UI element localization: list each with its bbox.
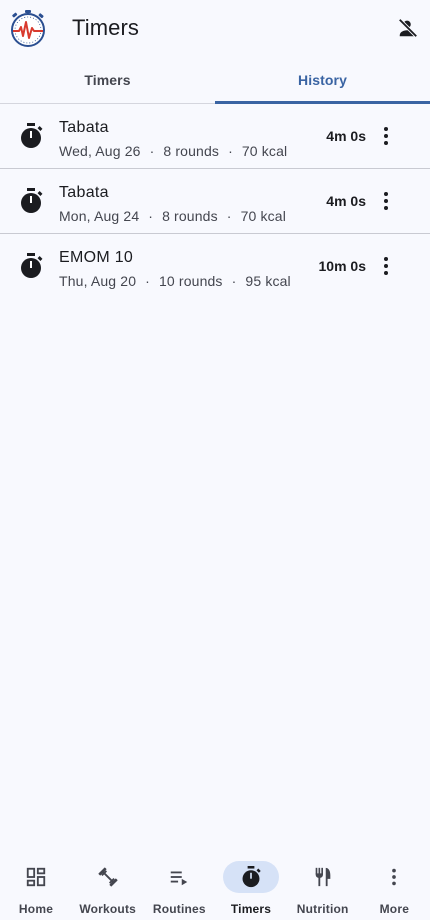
app-logo-icon — [8, 8, 48, 48]
separator-dot: · — [231, 273, 237, 289]
history-row[interactable]: Tabata Mon, Aug 24 · 8 rounds · 70 kcal … — [0, 169, 430, 234]
app-bar: Timers — [0, 0, 430, 56]
nav-label-workouts: Workouts — [79, 902, 137, 916]
stopwatch-icon — [19, 123, 43, 149]
nav-label-nutrition: Nutrition — [296, 902, 349, 916]
history-item-kcal: 70 kcal — [241, 143, 288, 159]
history-item-duration: 4m 0s — [326, 128, 366, 144]
nav-item-nutrition[interactable]: Nutrition — [287, 846, 359, 920]
separator-dot: · — [228, 143, 233, 159]
history-item-details: Thu, Aug 20 · 10 rounds · 95 kcal — [59, 273, 291, 289]
history-item-duration: 10m 0s — [318, 258, 366, 274]
more-vertical-icon[interactable] — [374, 124, 398, 148]
separator-dot: · — [148, 208, 154, 224]
tab-history[interactable]: History — [215, 56, 430, 104]
separator-dot: · — [149, 143, 155, 159]
history-item-date: Wed, Aug 26 — [59, 143, 141, 159]
separator-dot: · — [226, 208, 232, 224]
nav-label-more: More — [379, 902, 410, 916]
stopwatch-icon — [19, 253, 43, 279]
nav-item-timers[interactable]: Timers — [215, 846, 287, 920]
more-vertical-icon[interactable] — [374, 189, 398, 213]
history-item-name: Tabata — [59, 184, 109, 201]
history-item-name: Tabata — [59, 119, 109, 136]
history-item-details: Wed, Aug 26 · 8 rounds · 70 kcal — [59, 143, 287, 159]
stopwatch-icon — [19, 188, 43, 214]
nav-label-home: Home — [18, 902, 54, 916]
tab-timers[interactable]: Timers — [0, 56, 215, 103]
utensils-icon — [295, 861, 351, 893]
nav-label-timers: Timers — [230, 902, 272, 916]
history-item-kcal: 95 kcal — [245, 273, 291, 289]
history-row[interactable]: Tabata Wed, Aug 26 · 8 rounds · 70 kcal … — [0, 104, 430, 169]
history-item-duration: 4m 0s — [326, 193, 366, 209]
bottom-nav: Home Workouts Routines Timers Nutrition … — [0, 846, 430, 920]
nav-item-workouts[interactable]: Workouts — [72, 846, 144, 920]
history-row[interactable]: EMOM 10 Thu, Aug 20 · 10 rounds · 95 kca… — [0, 234, 430, 299]
history-item-kcal: 70 kcal — [240, 208, 286, 224]
dashboard-icon — [8, 861, 64, 893]
dumbbell-icon — [80, 861, 136, 893]
nav-item-home[interactable]: Home — [0, 846, 72, 920]
history-item-rounds: 8 rounds — [162, 208, 218, 224]
page-title: Timers — [72, 15, 139, 40]
history-item-name: EMOM 10 — [59, 249, 134, 266]
nav-item-routines[interactable]: Routines — [143, 846, 215, 920]
more-vertical-icon[interactable] — [374, 254, 398, 278]
history-item-rounds: 10 rounds — [158, 273, 223, 289]
playlist-icon — [151, 861, 207, 893]
separator-dot: · — [145, 273, 150, 289]
history-item-details: Mon, Aug 24 · 8 rounds · 70 kcal — [59, 208, 286, 224]
tab-bar: Timers History — [0, 56, 430, 104]
nav-item-more[interactable]: More — [358, 846, 430, 920]
more-vertical-icon — [366, 861, 422, 893]
account-off-icon[interactable] — [396, 16, 420, 40]
nav-label-routines: Routines — [152, 902, 206, 916]
stopwatch-icon — [223, 861, 280, 893]
history-item-rounds: 8 rounds — [163, 143, 220, 159]
history-list: Tabata Wed, Aug 26 · 8 rounds · 70 kcal … — [0, 104, 430, 299]
history-item-date: Mon, Aug 24 — [59, 208, 140, 224]
history-item-date: Thu, Aug 20 — [59, 273, 137, 289]
